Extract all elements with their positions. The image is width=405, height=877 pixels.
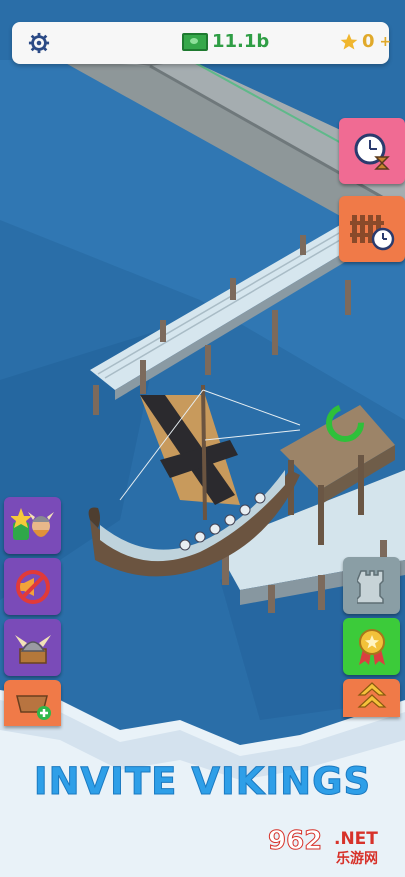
viking-upgrade-button[interactable] xyxy=(4,497,61,554)
add-stars-plus[interactable]: + xyxy=(380,34,392,50)
chess-rook-icon xyxy=(356,569,384,604)
watermark-logo: 962 .NET 乐游网 xyxy=(267,826,378,870)
tower-button[interactable] xyxy=(343,557,400,614)
watermark-number: 962 xyxy=(267,826,323,857)
promo-caption: INVITE VIKINGS xyxy=(0,760,405,804)
no-ads-icon xyxy=(15,569,50,604)
dock-timer-button[interactable] xyxy=(339,196,405,262)
medal-button[interactable] xyxy=(343,618,400,675)
stars-counter[interactable]: 0 + xyxy=(339,31,391,52)
star-icon xyxy=(340,33,358,49)
cash-icon xyxy=(182,32,208,51)
fence-clock-icon xyxy=(350,215,395,251)
money-counter: 11.1b xyxy=(182,31,269,52)
basket-plus-icon xyxy=(15,695,51,720)
viking-star-icon xyxy=(10,507,54,540)
rank-up-button[interactable] xyxy=(343,679,400,717)
top-hud: 11.1b 0 + xyxy=(12,22,391,64)
helmet-shop-button[interactable] xyxy=(4,619,61,676)
chevrons-up-icon xyxy=(356,682,387,708)
watermark-suffix: .NET xyxy=(334,829,378,849)
add-basket-button[interactable] xyxy=(4,680,61,726)
gear-icon[interactable] xyxy=(28,32,50,54)
clock-hourglass-icon xyxy=(354,133,390,170)
watermark-cn: 乐游网 xyxy=(336,851,378,867)
helmet-chest-icon xyxy=(14,634,51,664)
no-ads-button[interactable] xyxy=(4,558,61,615)
medal-icon xyxy=(358,628,385,665)
stars-value: 0 xyxy=(362,31,375,52)
speed-boost-button[interactable] xyxy=(339,118,405,184)
caption-text: INVITE VIKINGS xyxy=(33,760,372,804)
money-value: 11.1b xyxy=(212,31,270,52)
